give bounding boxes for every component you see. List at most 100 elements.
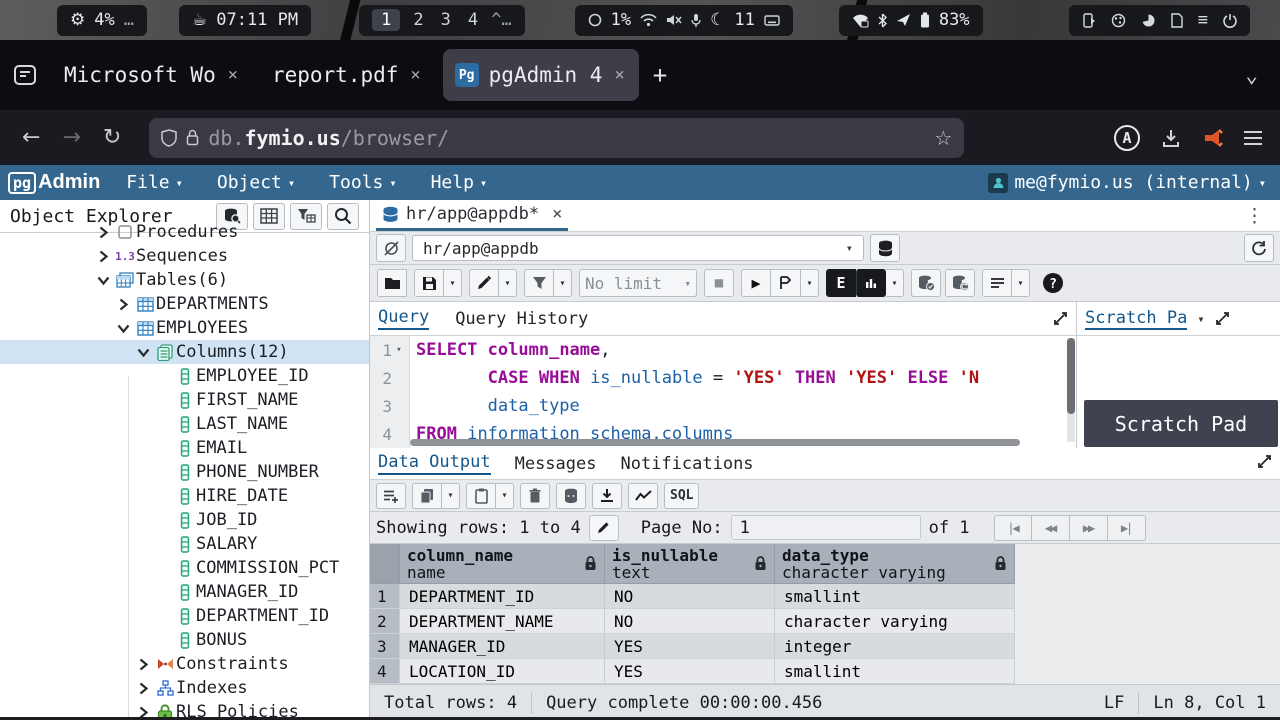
column-header-column-name[interactable]: column_namename <box>400 544 605 584</box>
tree-item-tables-6[interactable]: Tables(6) <box>0 268 369 292</box>
explain-button[interactable]: E <box>826 269 856 297</box>
back-button[interactable]: ← <box>22 125 40 150</box>
tab-data-output[interactable]: Data Output <box>378 452 491 475</box>
execute-options-button[interactable] <box>771 269 801 297</box>
user-menu[interactable]: me@fymio.us (internal) ▾ <box>988 172 1266 193</box>
browser-tab-pgadmin-4[interactable]: PgpgAdmin 4× <box>443 49 639 101</box>
prev-page-button[interactable]: ◀◀ <box>1032 515 1070 541</box>
tree-item-job-id[interactable]: JOB_ID <box>0 508 369 532</box>
row-number-cell[interactable]: 4 <box>370 659 400 684</box>
chevron-down-icon[interactable] <box>92 275 114 286</box>
list-all-tabs-button[interactable]: ⌄ <box>1245 63 1258 87</box>
data-cell[interactable]: NO <box>605 584 775 609</box>
data-cell[interactable]: YES <box>605 659 775 684</box>
open-file-button[interactable] <box>377 269 407 297</box>
system-indicators[interactable]: 1% ☾ 11 <box>575 5 793 36</box>
workspace-4[interactable]: 4 <box>464 10 482 30</box>
clock-widget[interactable]: ☕ 07:11 PM <box>179 5 311 36</box>
save-dropdown[interactable]: ▾ <box>444 269 462 297</box>
macros-dropdown[interactable]: ▾ <box>1012 269 1030 297</box>
sql-line-3[interactable]: 3 data_type <box>370 392 1076 420</box>
tree-item-procedures[interactable]: Procedures <box>0 220 369 244</box>
tree-item-indexes[interactable]: Indexes <box>0 676 369 700</box>
menu-file[interactable]: File▾ <box>126 172 183 193</box>
data-cell[interactable]: DEPARTMENT_ID <box>400 584 605 609</box>
limit-select[interactable]: No limit▾ <box>579 269 697 297</box>
sql-editor[interactable]: 1▾SELECT column_name,2 CASE WHEN is_null… <box>370 336 1076 448</box>
menu-icon[interactable] <box>1244 131 1262 145</box>
scratch-pad-body[interactable] <box>1077 336 1280 400</box>
tree-item-sequences[interactable]: 1.3Sequences <box>0 244 369 268</box>
tree-item-constraints[interactable]: Constraints <box>0 652 369 676</box>
workspace-switcher[interactable]: 1234^… <box>359 5 524 36</box>
lock-icon[interactable] <box>186 129 199 146</box>
tree-item-bonus[interactable]: BONUS <box>0 628 369 652</box>
bookmark-star-icon[interactable]: ☆ <box>934 126 952 150</box>
workspace-2[interactable]: 2 <box>409 10 427 30</box>
close-icon[interactable]: × <box>226 65 240 85</box>
workspace-1[interactable]: 1 <box>372 9 400 31</box>
sql-button[interactable]: SQL <box>664 483 699 509</box>
tree-item-employee-id[interactable]: EMPLOYEE_ID <box>0 364 369 388</box>
chevron-down-icon[interactable]: ▾ <box>1197 312 1204 326</box>
filter-rows-button[interactable] <box>524 269 554 297</box>
firefox-view-icon[interactable] <box>12 62 38 88</box>
chart-button[interactable] <box>628 483 658 509</box>
tab-query-history[interactable]: Query History <box>455 309 588 329</box>
paste-dropdown[interactable]: ▾ <box>496 483 514 509</box>
chevron-right-icon[interactable] <box>132 658 154 671</box>
close-icon[interactable]: × <box>408 65 422 85</box>
download-button[interactable] <box>592 483 622 509</box>
rollback-button[interactable] <box>945 269 975 297</box>
help-button[interactable]: ? <box>1037 269 1069 297</box>
delete-row-button[interactable] <box>520 483 550 509</box>
expand-icon[interactable] <box>1257 454 1272 474</box>
data-cell[interactable]: NO <box>605 609 775 634</box>
network-battery-widget[interactable]: 83% <box>839 5 983 36</box>
tree-item-phone-number[interactable]: PHONE_NUMBER <box>0 460 369 484</box>
data-cell[interactable]: character varying <box>775 609 1015 634</box>
save-file-button[interactable] <box>414 269 444 297</box>
tree-item-commission-pct[interactable]: COMMISSION_PCT <box>0 556 369 580</box>
forward-button[interactable]: → <box>62 125 80 150</box>
tree-item-columns-12[interactable]: Columns(12) <box>0 340 369 364</box>
tree-item-first-name[interactable]: FIRST_NAME <box>0 388 369 412</box>
chevron-down-icon[interactable] <box>132 347 154 358</box>
edit-dropdown[interactable]: ▾ <box>499 269 517 297</box>
explain-analyze-button[interactable] <box>856 269 886 297</box>
tree-item-email[interactable]: EMAIL <box>0 436 369 460</box>
data-cell[interactable]: LOCATION_ID <box>400 659 605 684</box>
chevron-right-icon[interactable] <box>112 298 134 311</box>
page-no-input[interactable]: 1 <box>731 515 921 540</box>
expand-icon[interactable] <box>1053 311 1068 326</box>
connection-select[interactable]: hr/app@appdb ▾ <box>412 235 864 261</box>
tree-item-departments[interactable]: DEPARTMENTS <box>0 292 369 316</box>
row-number-cell[interactable]: 1 <box>370 584 400 609</box>
paste-button[interactable] <box>466 483 496 509</box>
tree-item-manager-id[interactable]: MANAGER_ID <box>0 580 369 604</box>
commit-button[interactable] <box>911 269 941 297</box>
tab-messages[interactable]: Messages <box>515 454 597 474</box>
close-icon[interactable]: × <box>612 65 626 85</box>
copy-button[interactable] <box>412 483 442 509</box>
browser-tab-microsoft-wo[interactable]: Microsoft Wo× <box>52 49 252 101</box>
tree-item-employees[interactable]: EMPLOYEES <box>0 316 369 340</box>
menu-tools[interactable]: Tools▾ <box>329 172 396 193</box>
tab-notifications[interactable]: Notifications <box>620 454 753 474</box>
row-number-cell[interactable]: 3 <box>370 634 400 659</box>
menu-object[interactable]: Object▾ <box>217 172 295 193</box>
sql-line-2[interactable]: 2 CASE WHEN is_nullable = 'YES' THEN 'YE… <box>370 364 1076 392</box>
save-page-icon[interactable] <box>1160 127 1182 149</box>
workspace-3[interactable]: 3 <box>437 10 455 30</box>
data-cell[interactable]: integer <box>775 634 1015 659</box>
url-bar[interactable]: db.fymio.us/browser/ ☆ <box>149 118 964 158</box>
browser-tab-report-pdf[interactable]: report.pdf× <box>260 49 435 101</box>
save-data-button[interactable] <box>556 483 586 509</box>
menu-help[interactable]: Help▾ <box>431 172 488 193</box>
chevron-right-icon[interactable] <box>92 226 114 239</box>
execute-button[interactable]: ▶ <box>741 269 771 297</box>
tree-item-department-id[interactable]: DEPARTMENT_ID <box>0 604 369 628</box>
extension-icon[interactable] <box>1202 127 1224 149</box>
close-icon[interactable]: × <box>552 204 562 224</box>
profile-avatar[interactable]: A <box>1114 125 1140 151</box>
